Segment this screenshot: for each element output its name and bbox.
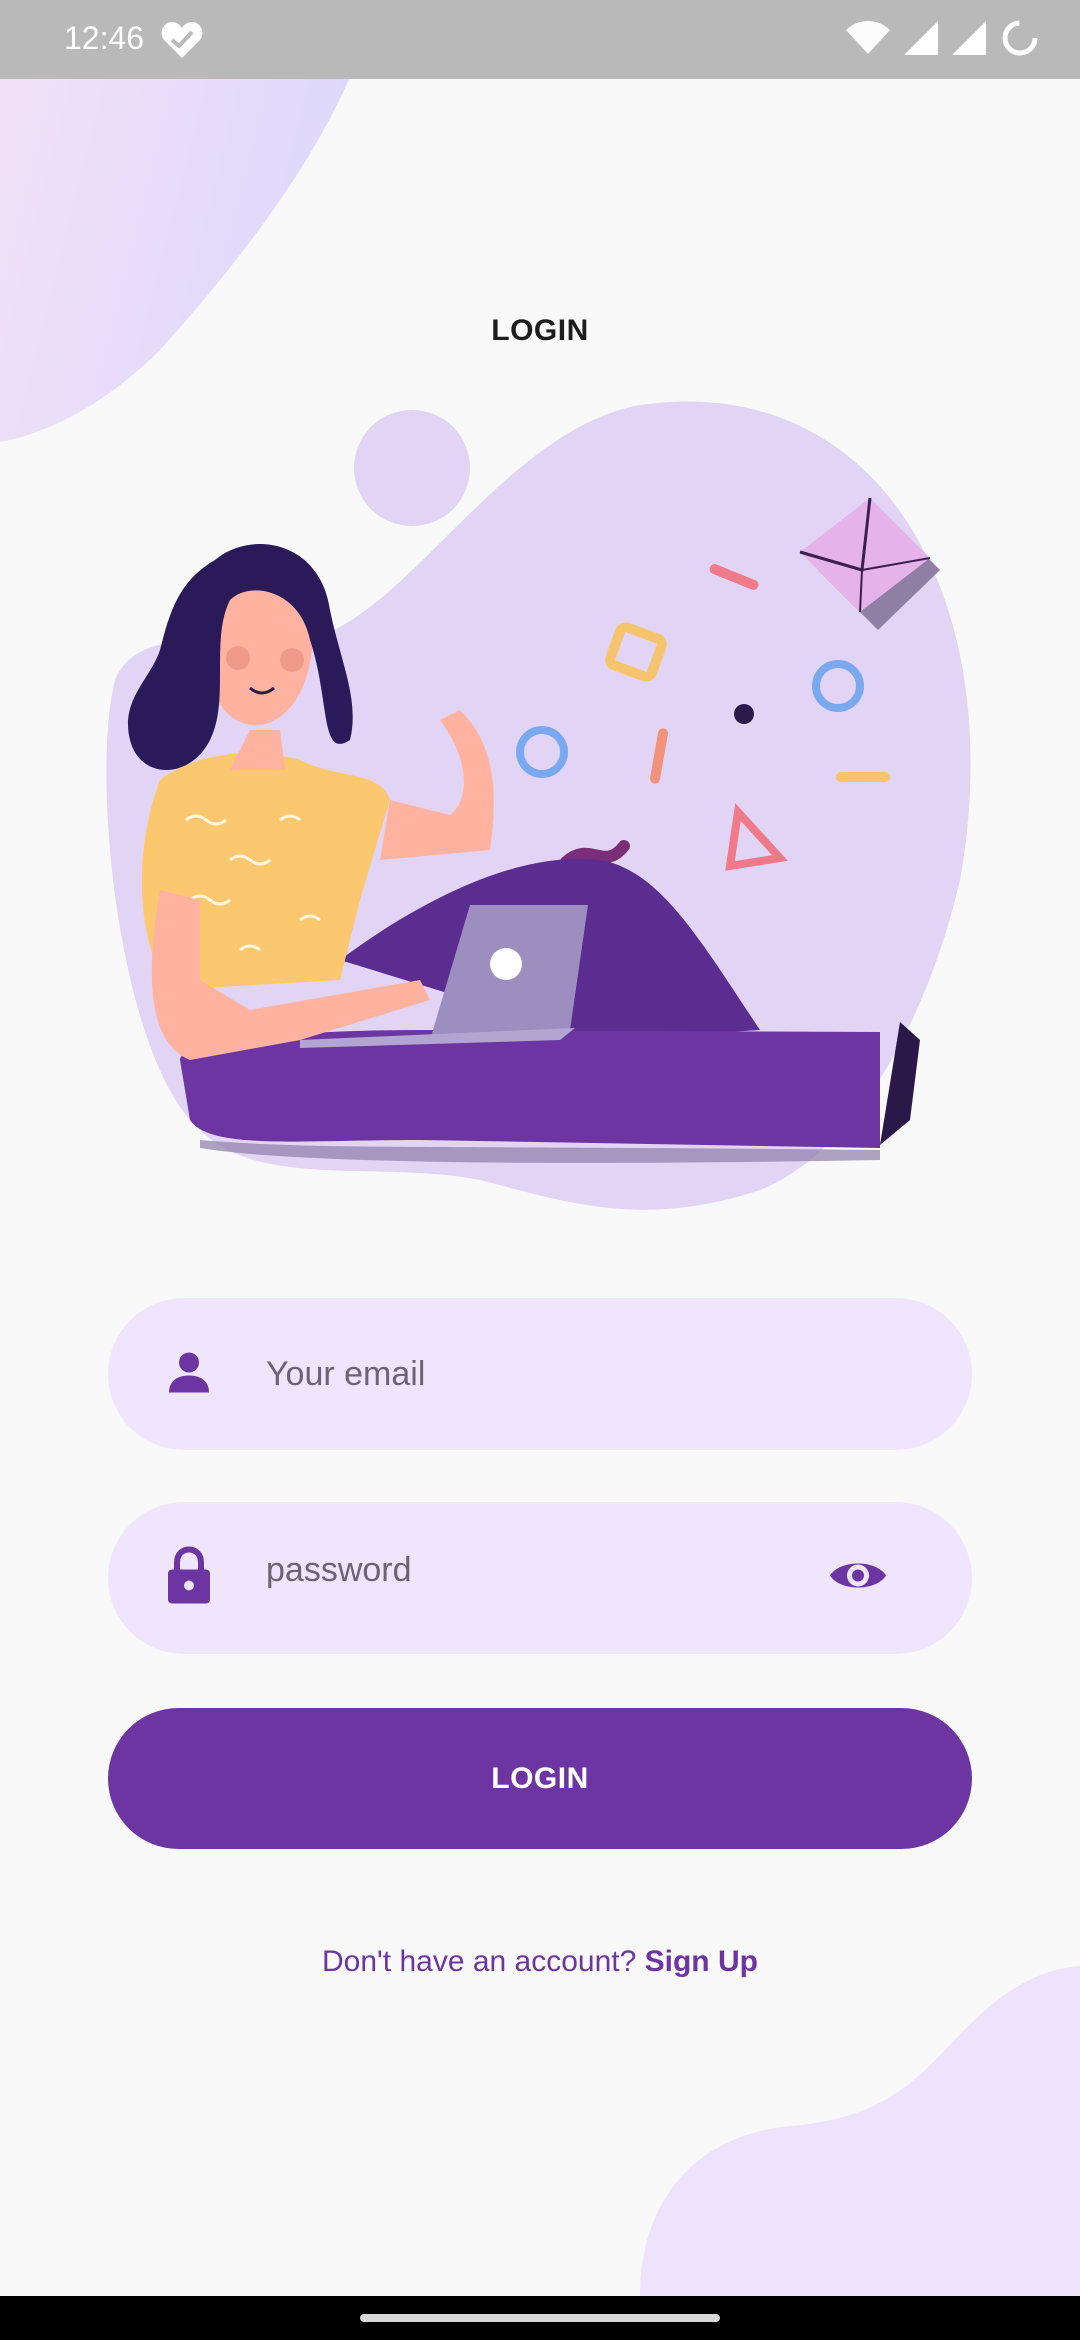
status-time: 12:46 <box>64 20 145 56</box>
battery-loading-icon <box>1000 18 1040 63</box>
signup-link[interactable]: Sign Up <box>645 1945 758 1978</box>
status-bar: 12:46 <box>0 0 1080 79</box>
email-input[interactable] <box>266 1298 826 1450</box>
login-button[interactable]: LOGIN <box>108 1708 972 1849</box>
woman-with-laptop-illustration <box>106 401 971 1210</box>
page-title: LOGIN <box>491 314 589 347</box>
wifi-icon <box>846 20 890 61</box>
status-icons <box>846 18 1040 63</box>
signup-prompt-line: Don't have an account? Sign Up <box>0 1945 1080 1979</box>
home-gesture-handle[interactable] <box>360 2314 720 2322</box>
password-input[interactable] <box>266 1494 826 1646</box>
signal-icon <box>952 21 986 60</box>
person-icon <box>166 1349 212 1400</box>
email-field[interactable] <box>108 1298 972 1450</box>
lock-icon <box>166 1546 212 1610</box>
eye-icon[interactable] <box>828 1556 888 1601</box>
password-field[interactable] <box>108 1494 972 1654</box>
bottom-decoration-blob <box>640 1966 1080 2296</box>
navigation-bar <box>0 2296 1080 2340</box>
signal-icon <box>904 21 938 60</box>
health-heart-icon <box>160 20 204 65</box>
signup-prompt-text: Don't have an account? <box>322 1945 645 1978</box>
